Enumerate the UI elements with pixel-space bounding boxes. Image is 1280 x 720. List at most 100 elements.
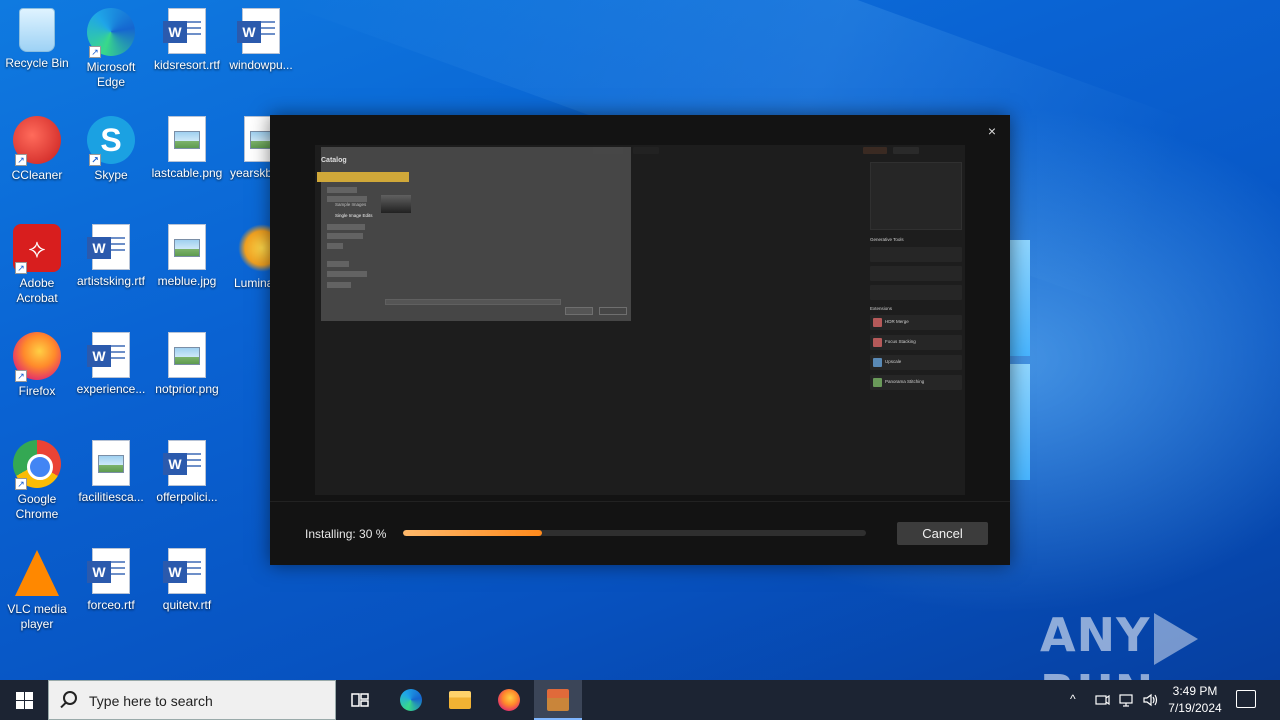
- word-document-icon: W: [237, 8, 280, 54]
- preview-catalog-dialog: Catalog Sample Images Single Image Edits: [317, 147, 631, 321]
- folder-icon: [449, 691, 471, 709]
- task-view-button[interactable]: [336, 680, 384, 720]
- preview-row: [327, 271, 367, 277]
- preview-generative-tools: Generative Tools: [870, 237, 904, 242]
- desktop-icon-adobe-acrobat[interactable]: ⟡ ↗ Adobe Acrobat: [0, 218, 74, 306]
- desktop-icon-facilitiesca[interactable]: facilitiesca...: [74, 434, 148, 505]
- desktop-icon-label: CCleaner: [11, 168, 63, 182]
- preview-tool-item: [870, 285, 962, 300]
- preview-row: [327, 282, 351, 288]
- desktop-icon-label: Lumina...: [234, 276, 270, 290]
- clock-date: 7/19/2024: [1168, 701, 1222, 715]
- image-file-icon: [168, 116, 206, 162]
- taskbar-search-box[interactable]: Type here to search: [48, 680, 336, 720]
- install-status-text: Installing: 30 %: [305, 527, 387, 541]
- desktop-icon-skype[interactable]: S ↗ Skype: [74, 110, 148, 183]
- preview-right-panel: Generative Tools Extensions HDR Merge Fo…: [870, 160, 964, 480]
- vlc-cone-icon: [15, 550, 59, 596]
- desktop-icon-microsoft-edge[interactable]: ↗ Microsoft Edge: [74, 2, 148, 90]
- luminar-icon: [238, 224, 270, 272]
- installer-preview-image: Catalog Sample Images Single Image Edits…: [315, 145, 965, 495]
- preview-tool-item: [870, 247, 962, 262]
- edge-icon: ↗: [87, 8, 135, 58]
- install-progress-fill: [403, 530, 542, 536]
- taskbar-installer[interactable]: [534, 680, 582, 720]
- desktop-icon-label: forceo.rtf: [87, 598, 135, 612]
- start-button[interactable]: [0, 680, 48, 720]
- taskbar: Type here to search ^ 3:49 PM 7/19/2024: [0, 680, 1280, 720]
- preview-button: [565, 307, 593, 315]
- image-file-icon: [244, 116, 270, 162]
- preview-tab: [633, 147, 659, 154]
- search-placeholder: Type here to search: [89, 693, 213, 709]
- desktop-icon-windowpu[interactable]: W windowpu...: [224, 2, 298, 73]
- desktop-icon-yearskb[interactable]: yearskb...: [224, 110, 270, 181]
- tray-overflow-icon[interactable]: ^: [1070, 692, 1076, 720]
- desktop-icon-experience[interactable]: W experience...: [74, 326, 148, 397]
- play-triangle-icon: [1154, 612, 1199, 665]
- preview-ext-item: HDR Merge: [870, 315, 962, 330]
- desktop-icon-label: lastcable.png: [151, 166, 223, 180]
- desktop-icon-label: VLC media player: [7, 602, 67, 631]
- desktop-icon-notprior[interactable]: notprior.png: [150, 326, 224, 397]
- task-view-icon: [351, 693, 369, 707]
- preview-row: [327, 243, 343, 249]
- clock-time: 3:49 PM: [1172, 684, 1218, 698]
- notification-center-icon[interactable]: [1236, 690, 1256, 708]
- desktop-icon-kidsresort[interactable]: W kidsresort.rtf: [150, 2, 224, 73]
- taskbar-file-explorer[interactable]: [436, 680, 484, 720]
- desktop-icon-forceo[interactable]: W forceo.rtf: [74, 542, 148, 613]
- desktop-icon-label: notprior.png: [155, 382, 219, 396]
- desktop-icon-vlc[interactable]: VLC media player: [0, 542, 74, 632]
- volume-icon[interactable]: [1142, 692, 1160, 708]
- preview-tool-item: [870, 266, 962, 281]
- desktop-icon-label: windowpu...: [229, 58, 293, 72]
- desktop-icon-lastcable[interactable]: lastcable.png: [150, 110, 224, 181]
- close-icon[interactable]: ×: [984, 123, 1000, 139]
- preview-prompt-box: [870, 162, 962, 230]
- windows-start-icon: [16, 692, 24, 700]
- windows-logo-graphic: [1010, 240, 1030, 480]
- desktop-icon-label: Adobe Acrobat: [16, 276, 58, 305]
- desktop-icon-luminar[interactable]: Lumina...: [224, 218, 270, 291]
- preview-row: [327, 187, 357, 193]
- desktop-icon-recycle-bin[interactable]: Recycle Bin: [0, 2, 74, 71]
- desktop-icon-label: Microsoft Edge: [86, 60, 136, 89]
- desktop-icon-offerpolici[interactable]: W offerpolici...: [150, 434, 224, 505]
- cancel-button[interactable]: Cancel: [897, 522, 988, 545]
- word-document-icon: W: [163, 548, 206, 594]
- word-document-icon: W: [163, 440, 206, 486]
- acrobat-icon: ⟡ ↗: [13, 224, 61, 274]
- install-progress-bar: [403, 530, 866, 536]
- desktop-icon-label: kidsresort.rtf: [153, 58, 220, 72]
- taskbar-firefox[interactable]: [485, 680, 533, 720]
- preview-row: [327, 233, 363, 239]
- network-icon[interactable]: [1118, 692, 1134, 708]
- desktop-icon-ccleaner[interactable]: ↗ CCleaner: [0, 110, 74, 183]
- recycle-bin-icon: [19, 8, 55, 52]
- preview-row: [327, 261, 349, 267]
- desktop-icon-label: Google Chrome: [15, 492, 59, 521]
- word-document-icon: W: [87, 332, 130, 378]
- desktop-icon-google-chrome[interactable]: ↗ Google Chrome: [0, 434, 74, 522]
- preview-ext-item: Upscale: [870, 355, 962, 370]
- image-file-icon: [168, 332, 206, 378]
- desktop-icon-quitetv[interactable]: W quitetv.rtf: [150, 542, 224, 613]
- taskbar-clock[interactable]: 3:49 PM 7/19/2024: [1160, 683, 1230, 717]
- desktop-icon-artistsking[interactable]: W artistsking.rtf: [74, 218, 148, 289]
- taskbar-edge[interactable]: [387, 680, 435, 720]
- search-icon: [63, 691, 77, 705]
- preview-ext-item: Focus Stacking: [870, 335, 962, 350]
- ccleaner-icon: ↗: [13, 116, 61, 166]
- desktop-icon-meblue[interactable]: meblue.jpg: [150, 218, 224, 289]
- preview-tab: [893, 147, 919, 154]
- meet-now-icon[interactable]: [1094, 692, 1110, 708]
- desktop-icon-label: artistsking.rtf: [76, 274, 145, 288]
- word-document-icon: W: [87, 548, 130, 594]
- desktop-icon-firefox[interactable]: ↗ Firefox: [0, 326, 74, 399]
- firefox-icon: [498, 689, 520, 711]
- installer-box-icon: [547, 689, 569, 711]
- separator: [270, 501, 1010, 502]
- desktop-icon-label: quitetv.rtf: [162, 598, 212, 612]
- desktop-icon-label: facilitiesca...: [78, 490, 144, 504]
